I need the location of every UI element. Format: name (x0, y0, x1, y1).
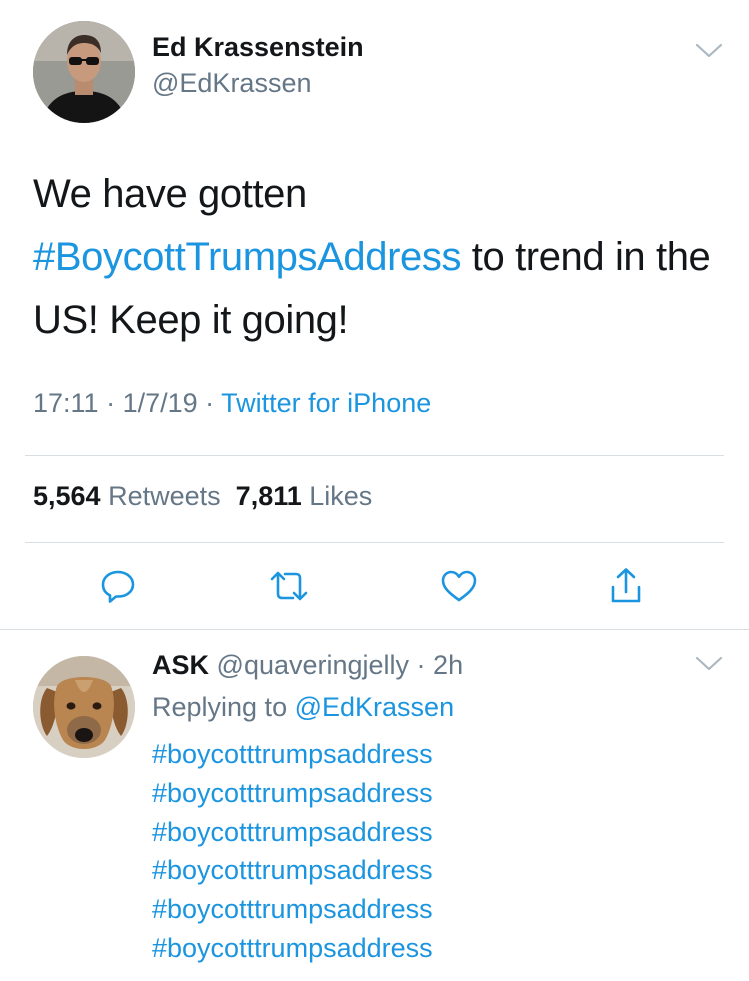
tweet-hashtag-link[interactable]: #BoycottTrumpsAddress (33, 235, 461, 279)
reply-author-avatar[interactable] (33, 656, 135, 758)
reply-author-name[interactable]: ASK (152, 650, 209, 680)
replying-to-label: Replying to (152, 692, 288, 722)
reply-header: ASK @quaveringjelly · 2h (152, 650, 463, 681)
tweet-text-start: We have gotten (33, 172, 307, 216)
author-avatar[interactable] (33, 21, 135, 123)
divider (25, 542, 724, 543)
likes-label: Likes (309, 481, 373, 511)
author-display-name[interactable]: Ed Krassenstein (152, 32, 364, 63)
retweets-label: Retweets (108, 481, 221, 511)
reply-hashtag-link[interactable]: #boycotttrumpsaddress (152, 774, 433, 813)
tweet-stats: 5,564 Retweets 7,811 Likes (33, 481, 372, 512)
reply-text: #boycotttrumpsaddress #boycotttrumpsaddr… (152, 735, 433, 968)
divider (0, 629, 749, 630)
retweet-button[interactable] (267, 564, 311, 608)
like-icon (439, 567, 479, 605)
reply-hashtag-link[interactable]: #boycotttrumpsaddress (152, 735, 433, 774)
chevron-down-icon[interactable] (694, 654, 724, 674)
retweet-icon (267, 567, 311, 605)
likes-stat[interactable]: 7,811 Likes (236, 481, 373, 511)
share-button[interactable] (604, 564, 648, 608)
tweet-source-link[interactable]: Twitter for iPhone (221, 388, 431, 418)
tweet-date: 1/7/19 (122, 388, 198, 418)
share-icon (608, 566, 644, 606)
reply-author-handle[interactable]: @quaveringjelly (217, 650, 410, 680)
reply-button[interactable] (96, 564, 140, 608)
reply-hashtag-link[interactable]: #boycotttrumpsaddress (152, 851, 433, 890)
like-button[interactable] (437, 564, 481, 608)
tweet-text: We have gotten #BoycottTrumpsAddress to … (33, 163, 733, 352)
replying-to-mention[interactable]: @EdKrassen (295, 692, 454, 722)
meta-separator: · (197, 388, 222, 418)
author-handle[interactable]: @EdKrassen (152, 68, 311, 99)
reply-icon (99, 567, 137, 605)
chevron-down-icon[interactable] (694, 41, 724, 61)
reply-time: 2h (433, 650, 464, 680)
retweets-stat[interactable]: 5,564 Retweets (33, 481, 221, 511)
tweet-time: 17:11 (33, 388, 99, 418)
reply-hashtag-link[interactable]: #boycotttrumpsaddress (152, 890, 433, 929)
divider (25, 455, 724, 456)
tweet-meta: 17:11 · 1/7/19 · Twitter for iPhone (33, 388, 431, 419)
retweets-count: 5,564 (33, 481, 101, 511)
reply-hashtag-link[interactable]: #boycotttrumpsaddress (152, 929, 433, 968)
meta-separator: · (98, 388, 123, 418)
reply-time-separator: · (409, 650, 434, 680)
replying-to: Replying to @EdKrassen (152, 692, 454, 723)
likes-count: 7,811 (235, 481, 302, 511)
reply-hashtag-link[interactable]: #boycotttrumpsaddress (152, 813, 433, 852)
